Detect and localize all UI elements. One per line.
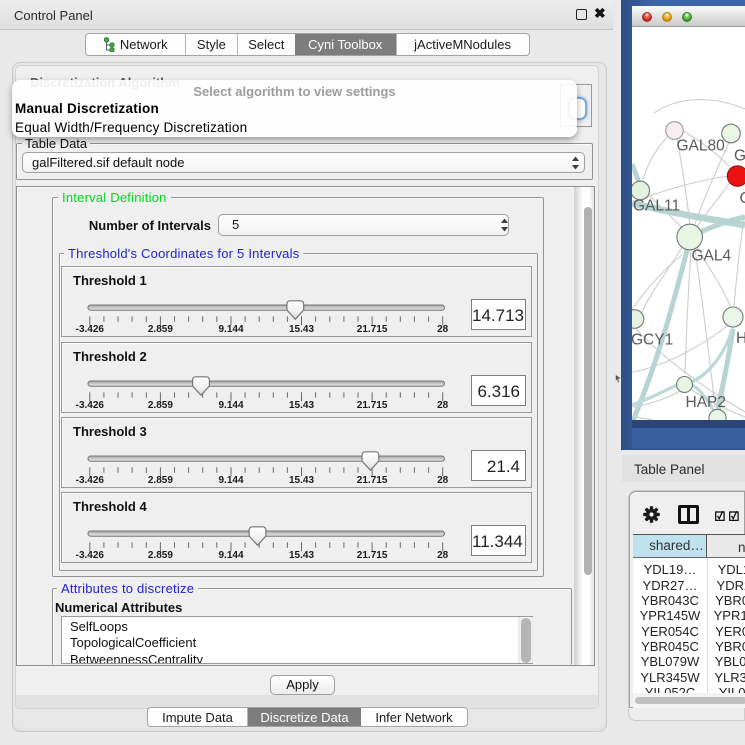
svg-text:C: C: [740, 190, 745, 207]
svg-text:GAL80: GAL80: [677, 138, 726, 155]
svg-text:GCY1: GCY1: [632, 332, 673, 349]
svg-text:H: H: [736, 330, 745, 347]
svg-text:GAL11: GAL11: [633, 198, 680, 215]
svg-text:HAP2: HAP2: [686, 394, 727, 411]
svg-text:GAL4: GAL4: [692, 248, 732, 265]
svg-text:GA: GA: [734, 148, 745, 165]
